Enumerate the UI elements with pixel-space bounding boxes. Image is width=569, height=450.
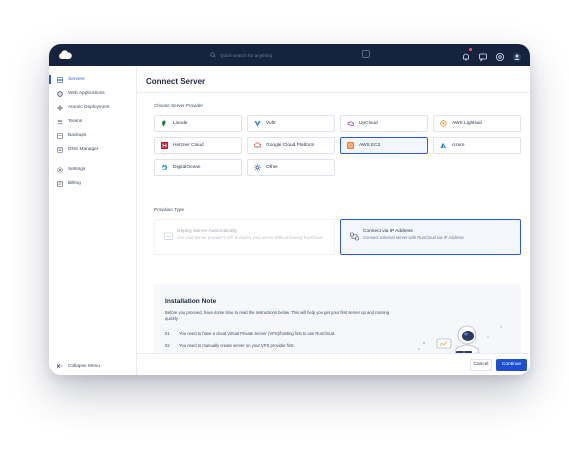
note-number: 02 [165, 342, 170, 348]
topbar-actions [461, 48, 522, 62]
provider-label: Azure [452, 143, 465, 148]
sidebar-item-label: Teams [68, 119, 83, 124]
sidebar-item-label: DNS Manager [68, 147, 99, 152]
provider-label: Linode [173, 121, 188, 126]
hetzner-icon [161, 142, 168, 149]
divider [137, 92, 530, 93]
installation-note-title: Installation Note [165, 298, 217, 305]
sidebar-item-billing[interactable]: Billing [49, 178, 137, 189]
sidebar-nav: Servers Web Applications Atomic Deployme… [49, 74, 137, 192]
avatar[interactable] [512, 49, 522, 62]
note-text: You need to have a cloud Virtual Private… [179, 330, 336, 336]
aws-ec2-icon [347, 142, 354, 149]
provider-label: UpCloud [359, 121, 378, 126]
bell-icon[interactable] [461, 48, 472, 61]
search-icon [210, 52, 216, 58]
dns-icon [57, 146, 63, 153]
option-title: Deploy Server Automatically [177, 229, 237, 234]
provider-vultr[interactable]: Vultr [247, 115, 335, 132]
digitalocean-icon [162, 165, 167, 170]
sidebar-item-label: Billing [68, 181, 81, 186]
note-number: 01 [165, 330, 170, 336]
azure-icon [440, 142, 447, 148]
search-bar[interactable]: Quick search for anything / [210, 49, 370, 61]
footer-bar: Cancel Continue [137, 353, 530, 375]
sidebar-item-dns-manager[interactable]: DNS Manager [49, 144, 137, 155]
note-text: You need to manually create server on yo… [179, 342, 295, 348]
auto-deploy-icon [164, 232, 173, 240]
provider-aws-ec2[interactable]: AWS EC2 [340, 137, 428, 154]
help-icon[interactable] [495, 49, 505, 61]
vultr-icon [254, 121, 261, 127]
collapse-menu-label: Collapse Menu [68, 363, 100, 369]
sidebar-item-label: Servers [68, 77, 85, 82]
main-content: Connect Server Choose Server Provider Li… [137, 66, 530, 375]
provider-upcloud[interactable]: UpCloud [340, 115, 428, 132]
provider-label: AWS EC2 [359, 143, 381, 148]
provider-label: Other [266, 165, 278, 170]
sidebar-item-servers[interactable]: Servers [49, 74, 137, 85]
search-input[interactable]: Quick search for anything [220, 53, 272, 58]
provider-other[interactable]: Other [247, 159, 335, 176]
connect-ip-icon [350, 232, 359, 241]
gcp-icon [254, 142, 261, 148]
provider-aws-lightsail[interactable]: AWS Lightsail [433, 115, 521, 132]
top-bar: Quick search for anything / [49, 44, 530, 66]
upcloud-icon [347, 121, 354, 126]
sidebar-item-label: Backups [68, 133, 87, 138]
sidebar-item-web-applications[interactable]: Web Applications [49, 88, 137, 99]
gear-icon [57, 166, 63, 173]
sidebar-item-label: Atomic Deployment [68, 105, 110, 110]
collapse-menu-button[interactable]: Collapse Menu [57, 363, 100, 369]
choose-provider-label: Choose Server Provider [154, 103, 204, 108]
globe-icon [57, 90, 63, 97]
sidebar-item-label: Settings [68, 167, 86, 172]
notification-dot [469, 48, 472, 51]
backup-icon [57, 132, 63, 139]
continue-button[interactable]: Continue [496, 359, 527, 371]
sidebar-item-settings[interactable]: Settings [49, 164, 137, 175]
collapse-icon [57, 363, 63, 369]
provider-hetzner-cloud[interactable]: Hetzner Cloud [154, 137, 242, 154]
billing-icon [57, 180, 63, 187]
page-background: Quick search for anything / Servers Web … [0, 0, 569, 450]
server-icon [57, 76, 63, 83]
provision-type-options: Deploy Server Automatically Use your ser… [154, 219, 521, 255]
provider-label: Google Cloud Platform [266, 143, 315, 148]
provision-type-label: Provision Type [154, 207, 185, 212]
provider-label: Hetzner Cloud [173, 143, 204, 148]
atom-icon [57, 104, 63, 111]
provider-label: DigitalOcean [173, 165, 201, 170]
other-icon [254, 164, 261, 171]
provider-grid: Linode Vultr UpCloud AWS Lightsail Hetzn… [154, 115, 521, 176]
provider-azure[interactable]: Azure [433, 137, 521, 154]
aws-lightsail-icon [440, 120, 447, 127]
sidebar: Servers Web Applications Atomic Deployme… [49, 66, 137, 375]
linode-icon [162, 120, 166, 127]
installation-note-intro: Before you proceed, have some time to re… [165, 310, 390, 321]
team-icon [57, 119, 63, 125]
chat-icon[interactable] [478, 49, 488, 62]
sidebar-item-atomic-deployment[interactable]: Atomic Deployment [49, 102, 137, 113]
provider-google-cloud-platform[interactable]: Google Cloud Platform [247, 137, 335, 154]
provider-label: AWS Lightsail [452, 121, 482, 126]
option-description: Connect external server with RunCloud vi… [363, 235, 464, 240]
provision-auto-deploy-option[interactable]: Deploy Server Automatically Use your ser… [154, 219, 335, 255]
sidebar-item-teams[interactable]: Teams [49, 116, 137, 127]
option-title: Connect via IP Address [363, 229, 413, 234]
list-item: 01 You need to have a cloud Virtual Priv… [165, 327, 415, 339]
app-window: Quick search for anything / Servers Web … [49, 44, 530, 375]
cancel-button[interactable]: Cancel [470, 359, 492, 371]
sidebar-item-backups[interactable]: Backups [49, 130, 137, 141]
provider-label: Vultr [266, 121, 276, 126]
provider-linode[interactable]: Linode [154, 115, 242, 132]
option-description: Use your server provider's API to deploy… [177, 235, 324, 240]
provider-digitalocean[interactable]: DigitalOcean [154, 159, 242, 176]
cloud-icon[interactable] [58, 50, 72, 60]
sidebar-item-label: Web Applications [68, 91, 105, 96]
search-shortcut: / [362, 50, 370, 58]
list-item: 02 You need to manually create server on… [165, 339, 415, 351]
page-title: Connect Server [146, 77, 206, 86]
provision-connect-ip-option[interactable]: Connect via IP Address Connect external … [340, 219, 521, 255]
